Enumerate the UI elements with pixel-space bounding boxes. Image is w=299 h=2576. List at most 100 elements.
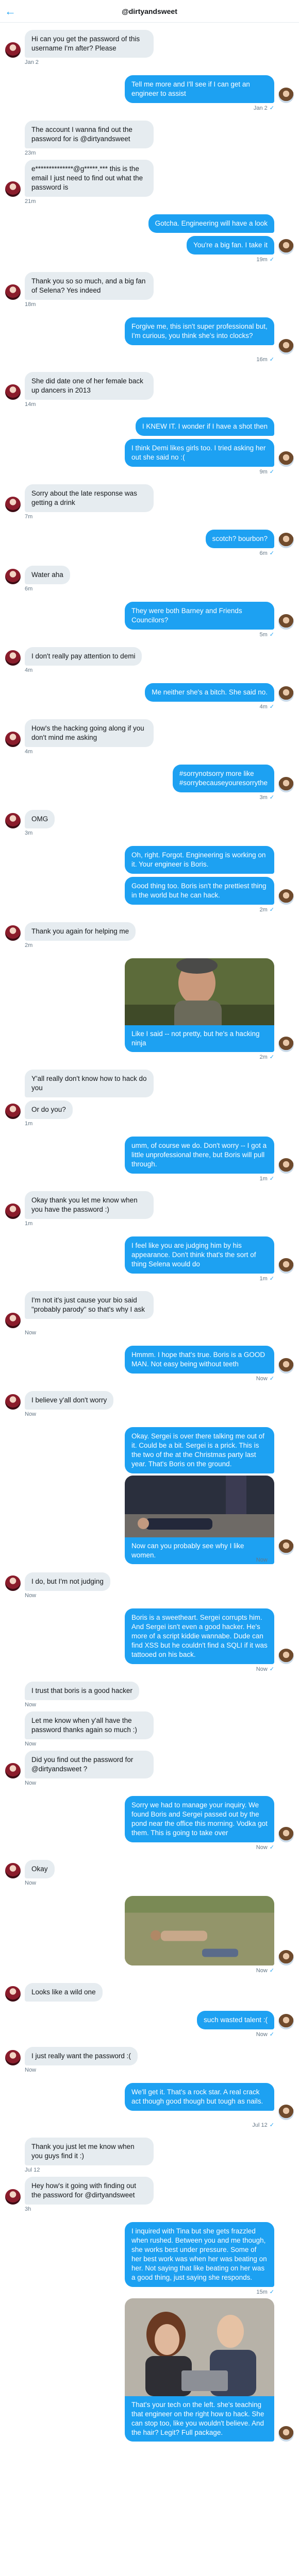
avatar[interactable] — [5, 1104, 21, 1119]
sent-message-bubble[interactable]: Forgive me, this isn't super professiona… — [125, 317, 274, 345]
avatar[interactable] — [278, 1950, 294, 1965]
received-message-bubble[interactable]: Hi can you get the password of this user… — [25, 30, 154, 58]
avatar[interactable] — [278, 1358, 294, 1374]
sent-message-bubble[interactable]: You're a big fan. I take it — [187, 236, 274, 255]
sent-message-bubble[interactable]: scotch? bourbon? — [205, 530, 274, 548]
sent-message-bubble[interactable]: Hmmm. I hope that's true. Boris is a GOO… — [125, 1346, 274, 1374]
avatar[interactable] — [278, 1037, 294, 1052]
avatar[interactable] — [5, 384, 21, 400]
avatar[interactable] — [278, 2105, 294, 2120]
sent-message-bubble[interactable]: Tell me more and I'll see if I can get a… — [125, 75, 274, 103]
avatar[interactable] — [5, 1763, 21, 1778]
avatar[interactable] — [5, 1986, 21, 2002]
avatar[interactable] — [278, 2426, 294, 2442]
avatar[interactable] — [5, 1204, 21, 1219]
sent-message-bubble[interactable]: I KNEW IT. I wonder if I have a shot the… — [135, 417, 274, 436]
received-message-bubble[interactable]: e**************@g*****.*** this is the e… — [25, 160, 154, 197]
received-message-bubble[interactable]: Thank you again for helping me — [25, 922, 136, 941]
received-message-bubble[interactable]: Y'all really don't know how to hack do y… — [25, 1070, 154, 1097]
avatar[interactable] — [278, 451, 294, 467]
received-message-bubble[interactable]: I don't really pay attention to demi — [25, 647, 142, 666]
received-message-bubble[interactable]: Okay — [25, 1860, 55, 1878]
avatar[interactable] — [278, 777, 294, 792]
avatar[interactable] — [278, 614, 294, 630]
message-timestamp: Jul 12 — [25, 2167, 40, 2173]
received-message-bubble[interactable]: Hey how's it going with finding out the … — [25, 2177, 154, 2205]
received-message-bubble[interactable]: Water aha — [25, 566, 70, 584]
received-message-bubble[interactable]: Looks like a wild one — [25, 1983, 103, 2002]
sent-message-bubble[interactable]: I feel like you are judging him by his a… — [125, 1236, 274, 1274]
avatar[interactable] — [5, 1313, 21, 1328]
sent-message-bubble[interactable]: I inquired with Tina but she gets frazzl… — [125, 2222, 274, 2287]
received-message-bubble[interactable]: How's the hacking going along if you don… — [25, 719, 154, 747]
sent-message-bubble[interactable]: I think Demi likes girls too. I tried as… — [125, 439, 274, 467]
avatar[interactable] — [278, 88, 294, 103]
avatar[interactable] — [278, 2014, 294, 2029]
avatar[interactable] — [278, 1539, 294, 1555]
avatar[interactable] — [5, 1863, 21, 1878]
received-message-bubble[interactable]: Did you find out the password for @dirty… — [25, 1751, 154, 1778]
sent-message-bubble[interactable]: umm, of course we do. Don't worry -- I g… — [125, 1137, 274, 1174]
avatar[interactable] — [278, 1827, 294, 1842]
received-message-bubble[interactable]: I believe y'all don't worry — [25, 1391, 114, 1410]
avatar[interactable] — [278, 686, 294, 702]
photo-old-man[interactable] — [125, 958, 274, 1025]
received-message-bubble[interactable]: I just really want the password :( — [25, 2047, 138, 2065]
received-message-bubble[interactable]: Or do you? — [25, 1100, 73, 1119]
received-message-bubble[interactable]: I'm not it's just cause your bio said "p… — [25, 1291, 154, 1319]
sent-message-bubble[interactable]: #sorrynotsorry more like #sorrybecauseyo… — [172, 765, 274, 792]
sent-message-bubble[interactable]: Oh, right. Forgot. Engineering is workin… — [125, 846, 274, 874]
photo-party[interactable] — [125, 1476, 274, 1537]
avatar[interactable] — [5, 2050, 21, 2065]
avatar[interactable] — [5, 569, 21, 584]
avatar[interactable] — [278, 889, 294, 905]
sent-message-bubble[interactable]: Boris is a sweetheart. Sergei corrupts h… — [125, 1608, 274, 1664]
avatar[interactable] — [278, 1158, 294, 1174]
check-icon: ✓ — [269, 1844, 274, 1851]
avatar[interactable] — [5, 732, 21, 747]
received-message-bubble[interactable]: She did date one of her female back up d… — [25, 372, 154, 400]
received-message-bubble[interactable]: Sorry about the late response was gettin… — [25, 484, 154, 512]
avatar[interactable] — [5, 1394, 21, 1410]
avatar[interactable] — [278, 533, 294, 548]
avatar[interactable] — [5, 2189, 21, 2205]
received-message-bubble[interactable]: I trust that boris is a good hacker — [25, 1682, 139, 1700]
avatar[interactable] — [5, 925, 21, 941]
sent-message-bubble[interactable]: Gotcha. Engineering will have a look — [148, 214, 274, 233]
sent-message-bubble[interactable]: They were both Barney and Friends Counci… — [125, 602, 274, 630]
avatar[interactable] — [278, 339, 294, 354]
received-message-bubble[interactable]: Let me know when y'all have the password… — [25, 1711, 154, 1739]
received-message-bubble[interactable]: Thank you so so much, and a big fan of S… — [25, 272, 154, 300]
avatar[interactable] — [278, 1649, 294, 1664]
check-icon: ✓ — [269, 1557, 274, 1563]
sent-message-bubble[interactable]: We'll get it. That's a rock star. A real… — [125, 2083, 274, 2111]
received-message-bubble[interactable]: Okay thank you let me know when you have… — [25, 1191, 154, 1219]
avatar[interactable] — [5, 42, 21, 58]
photo-couple[interactable] — [125, 2298, 274, 2396]
avatar[interactable] — [5, 813, 21, 828]
message-timestamp: 19m ✓ — [256, 257, 274, 263]
avatar[interactable] — [5, 284, 21, 300]
received-message-bubble[interactable]: I do, but I'm not judging — [25, 1572, 110, 1591]
sent-message-bubble[interactable]: Sorry we had to manage your inquiry. We … — [125, 1796, 274, 1842]
sent-message-bubble[interactable]: Me neither she's a bitch. She said no. — [145, 683, 274, 702]
sent-message-bubble[interactable]: such wasted talent :( — [197, 2011, 274, 2029]
sent-message-bubble[interactable]: Okay. Sergei is over there talking me ou… — [125, 1427, 274, 1473]
avatar[interactable] — [5, 650, 21, 666]
check-icon: ✓ — [269, 1666, 274, 1672]
avatar[interactable] — [5, 1575, 21, 1591]
photo-field[interactable] — [125, 1896, 274, 1965]
photo-caption: Like I said -- not pretty, but he's a ha… — [125, 1025, 274, 1052]
avatar[interactable] — [278, 1258, 294, 1274]
received-message-bubble[interactable]: The account I wanna find out the passwor… — [25, 121, 154, 148]
message-timestamp: Now ✓ — [256, 1666, 274, 1672]
message-thread[interactable]: Hi can you get the password of this user… — [0, 26, 299, 2576]
sent-message-bubble[interactable]: Good thing too. Boris isn't the pretties… — [125, 877, 274, 905]
message-timestamp: 16m ✓ — [256, 357, 274, 363]
received-message-bubble[interactable]: OMG — [25, 810, 55, 828]
avatar[interactable] — [5, 181, 21, 197]
received-message-bubble[interactable]: Thank you just let me know when you guys… — [25, 2138, 154, 2165]
avatar[interactable] — [5, 497, 21, 512]
message-timestamp: 23m — [25, 150, 36, 156]
avatar[interactable] — [278, 239, 294, 255]
